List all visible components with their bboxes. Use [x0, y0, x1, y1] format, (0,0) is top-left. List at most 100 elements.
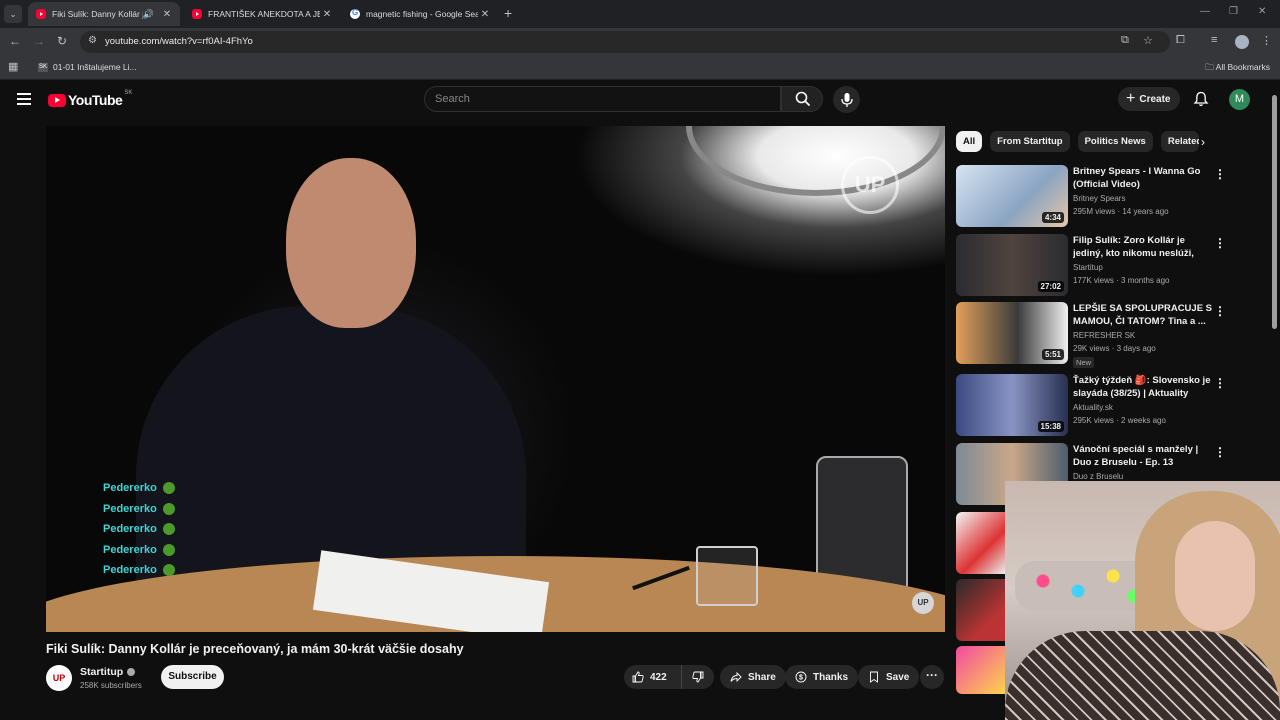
- notifications-bell-icon[interactable]: [1193, 91, 1209, 107]
- video-menu-icon[interactable]: ⋮: [1214, 236, 1226, 250]
- video-thumbnail[interactable]: [956, 646, 1005, 694]
- recommended-video[interactable]: 4:34 Britney Spears - I Wanna Go (Offici…: [956, 165, 1226, 227]
- browser-menu-icon[interactable]: ⋮: [1261, 34, 1272, 47]
- dislike-button[interactable]: [682, 671, 714, 683]
- recommended-video[interactable]: 5:51 LEPŠIE SA SPOLUPRACUJE S MAMOU, ČI …: [956, 302, 1226, 368]
- chat-line: Pedererko: [103, 560, 175, 581]
- video-menu-icon[interactable]: ⋮: [1214, 445, 1226, 459]
- search-input[interactable]: [435, 93, 765, 105]
- video-channel[interactable]: Aktuality.sk: [1073, 403, 1113, 412]
- search-button[interactable]: [781, 86, 823, 112]
- reload-icon[interactable]: ↻: [57, 34, 67, 48]
- channel-name-row[interactable]: Startitup: [80, 666, 136, 678]
- extensions-icon[interactable]: ⧠: [1176, 34, 1185, 47]
- video-title[interactable]: Britney Spears - I Wanna Go (Official Vi…: [1073, 165, 1213, 191]
- like-button[interactable]: 422: [624, 665, 682, 689]
- chip-politics-news[interactable]: Politics News: [1077, 131, 1153, 152]
- streamer-face: [1175, 521, 1255, 631]
- address-bar-row: ← → ↻ ⚙ youtube.com/watch?v=rf0AI-4FhYo …: [0, 28, 1280, 56]
- channel-name[interactable]: Startitup: [80, 666, 123, 678]
- cast-icon[interactable]: ⧉: [1121, 34, 1129, 47]
- minimize-icon[interactable]: —: [1200, 6, 1210, 17]
- all-bookmarks[interactable]: 🗀 All Bookmarks: [1205, 62, 1270, 76]
- new-tab-icon[interactable]: +: [504, 5, 512, 21]
- chip-from-startitup[interactable]: From Startitup: [990, 131, 1070, 152]
- streamer-sweater: [1005, 631, 1280, 720]
- chip-related[interactable]: Related: [1160, 131, 1199, 152]
- thanks-button[interactable]: $ Thanks: [785, 665, 859, 689]
- video-title[interactable]: Vánoční speciál s manžely | Duo z Brusel…: [1073, 443, 1213, 469]
- video-channel[interactable]: Duo z Bruselu: [1073, 472, 1123, 481]
- share-button[interactable]: Share: [720, 665, 786, 689]
- apps-grid-icon[interactable]: ▦: [8, 60, 18, 73]
- video-title[interactable]: LEPŠIE SA SPOLUPRACUJE S MAMOU, ČI TATOM…: [1073, 302, 1213, 328]
- forward-icon[interactable]: →: [33, 34, 45, 48]
- video-thumbnail[interactable]: 5:51: [956, 302, 1068, 364]
- chevron-right-icon[interactable]: ›: [1201, 135, 1205, 149]
- recommended-video[interactable]: 27:02 Filip Sulík: Zoro Kollár je jediný…: [956, 234, 1226, 296]
- tab-active[interactable]: Fiki Sulík: Danny Kollár je pr 🔊 ✕: [28, 2, 180, 26]
- search-box: [424, 86, 781, 112]
- voice-search-button[interactable]: [833, 86, 860, 113]
- share-label: Share: [748, 671, 776, 683]
- speaker-icon[interactable]: 🔊: [143, 9, 154, 20]
- browser-profile-avatar[interactable]: [1235, 35, 1249, 49]
- channel-branding-badge[interactable]: UP: [912, 592, 934, 614]
- svg-text:$: $: [799, 675, 803, 682]
- tab-search-chevron-icon[interactable]: ⌄: [4, 5, 22, 23]
- video-channel[interactable]: Startitup: [1073, 263, 1103, 272]
- hamburger-menu-icon[interactable]: [17, 93, 31, 105]
- video-menu-icon[interactable]: ⋮: [1214, 304, 1226, 318]
- channel-avatar[interactable]: UP: [46, 665, 72, 691]
- video-thumbnail[interactable]: 4:34: [956, 165, 1068, 227]
- video-title[interactable]: Filip Sulík: Zoro Kollár je jediný, kto …: [1073, 234, 1213, 261]
- video-thumbnail[interactable]: [956, 512, 1005, 574]
- back-icon[interactable]: ←: [9, 34, 21, 48]
- subscriber-count: 258K subscribers: [80, 681, 142, 690]
- plus-icon: +: [1126, 90, 1136, 107]
- bookmarks-bar: ▦ SK 01-01 Inštalujeme Li... 🗀 All Bookm…: [0, 56, 1280, 80]
- reading-list-icon[interactable]: ≡: [1211, 34, 1217, 46]
- video-menu-icon[interactable]: ⋮: [1214, 167, 1226, 181]
- video-menu-icon[interactable]: ⋮: [1214, 376, 1226, 390]
- chat-text: Pedererko: [103, 523, 157, 536]
- tab-2[interactable]: FRANTIŠEK ANEKDOTA A JEHO ✕: [184, 2, 340, 26]
- video-thumbnail[interactable]: 15:38: [956, 374, 1068, 436]
- maximize-icon[interactable]: ❐: [1229, 6, 1238, 17]
- video-thumbnail[interactable]: [956, 579, 1005, 641]
- video-thumbnail[interactable]: 27:02: [956, 234, 1068, 296]
- bookmark-item[interactable]: SK 01-01 Inštalujeme Li...: [38, 62, 137, 72]
- close-tab-icon[interactable]: ✕: [160, 9, 174, 20]
- video-player[interactable]: UP UP Pedererko Pedererko Pedererko Pede…: [46, 126, 945, 632]
- video-duration: 5:51: [1041, 349, 1064, 360]
- youtube-logo[interactable]: YouTube SK: [48, 90, 132, 108]
- create-button[interactable]: + Create: [1118, 87, 1180, 111]
- save-button[interactable]: Save: [858, 665, 920, 689]
- tab-label: FRANTIŠEK ANEKDOTA A JEHO: [208, 9, 320, 19]
- url-bar[interactable]: ⚙ youtube.com/watch?v=rf0AI-4FhYo: [80, 31, 1170, 53]
- user-avatar[interactable]: M: [1229, 89, 1250, 110]
- site-info-icon[interactable]: ⚙: [88, 35, 97, 46]
- bookmark-star-icon[interactable]: ☆: [1143, 34, 1153, 47]
- window-close-icon[interactable]: ✕: [1258, 6, 1266, 17]
- thanks-icon: $: [795, 671, 807, 683]
- tab-3[interactable]: magnetic fishing - Google Sear ✕: [342, 2, 498, 26]
- close-tab-icon[interactable]: ✕: [320, 9, 334, 20]
- chat-text: Pedererko: [103, 543, 157, 556]
- close-tab-icon[interactable]: ✕: [478, 9, 492, 20]
- new-badge: New: [1073, 357, 1095, 368]
- more-actions-icon[interactable]: ···: [920, 665, 944, 689]
- youtube-wordmark: YouTube: [68, 92, 123, 108]
- video-channel[interactable]: Britney Spears: [1073, 194, 1125, 203]
- subscribe-button[interactable]: Subscribe: [161, 665, 224, 689]
- video-channel[interactable]: REFRESHER SK: [1073, 331, 1135, 340]
- thanks-label: Thanks: [813, 671, 849, 683]
- youtube-favicon-icon: [192, 9, 202, 19]
- video-meta: 29K views · 3 days ago: [1073, 344, 1156, 353]
- youtube-favicon-icon: [36, 9, 46, 19]
- video-title[interactable]: Ťažký týždeň 🎒: Slovensko je slayáda (38…: [1073, 374, 1213, 400]
- page-scrollbar[interactable]: [1272, 95, 1277, 329]
- recommended-video[interactable]: 15:38 Ťažký týždeň 🎒: Slovensko je slayá…: [956, 374, 1226, 436]
- studio-lamp: [686, 126, 945, 196]
- chip-all[interactable]: All: [956, 131, 983, 152]
